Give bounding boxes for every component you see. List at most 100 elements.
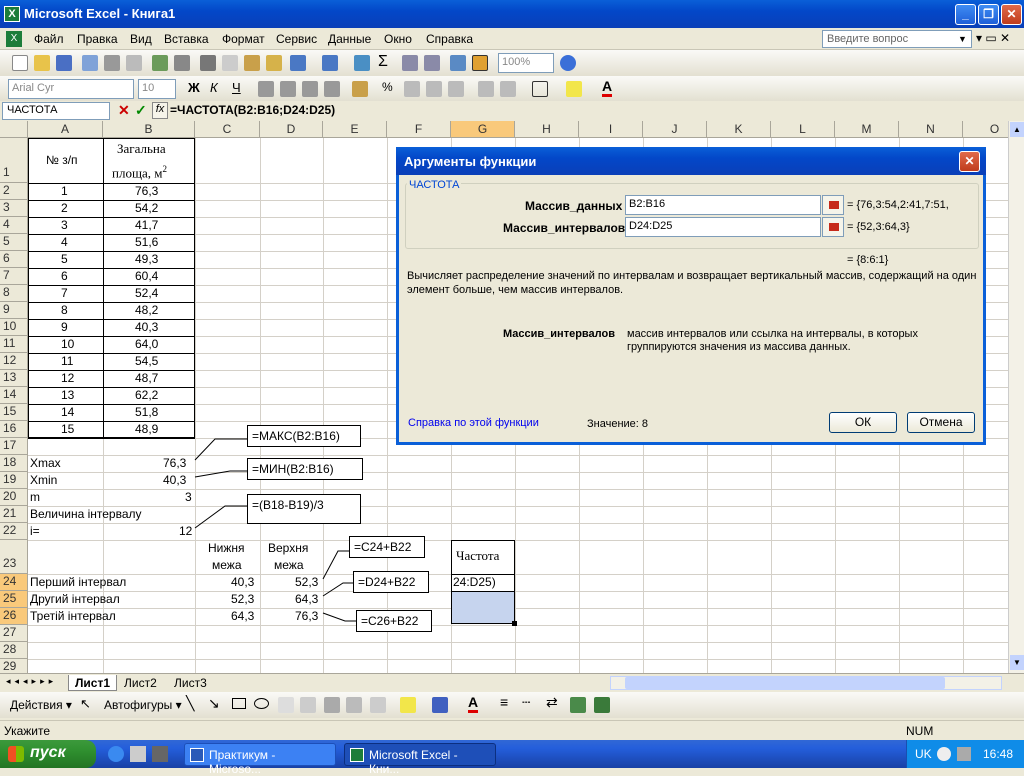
paste-icon[interactable] [244,55,260,71]
menu-edit[interactable]: Правка [77,32,118,46]
cancel-entry-icon[interactable]: ✕ [118,102,130,119]
diagram-icon[interactable] [324,697,340,713]
close-button[interactable]: ✕ [1001,4,1022,25]
workbook-icon[interactable]: X [6,31,22,47]
number-cell[interactable]: 5 [61,252,68,266]
formula-input[interactable]: =ЧАСТОТА(B2:B16;D24:D25) [170,103,335,117]
line-icon[interactable]: ╲ [186,695,194,712]
network-icon[interactable] [957,747,971,761]
redo-icon[interactable] [322,55,338,71]
picture-icon[interactable] [370,697,386,713]
number-cell[interactable]: 15 [61,422,74,436]
area-cell[interactable]: 54,5 [135,354,158,368]
area-cell[interactable]: 62,2 [135,388,158,402]
align-center-icon[interactable] [280,81,296,97]
sheet-tab-1[interactable]: Лист1 [68,675,118,691]
increase-indent-icon[interactable] [500,81,516,97]
fill-color-icon[interactable] [566,81,582,97]
vertical-scrollbar[interactable]: ▲ ▼ [1008,121,1024,673]
number-cell[interactable]: 8 [61,303,68,317]
font-select[interactable]: Arial Cyr [8,79,134,99]
area-cell[interactable]: 52,4 [135,286,158,300]
new-icon[interactable] [12,55,28,71]
area-cell[interactable]: 60,4 [135,269,158,283]
menu-format[interactable]: Формат [222,32,265,46]
show-desktop-icon[interactable] [130,746,146,762]
format-painter-icon[interactable] [266,55,282,71]
dash-style-icon[interactable]: ┄ [522,694,530,711]
language-indicator[interactable]: UK [915,747,932,761]
select-objects-icon[interactable]: ↖ [80,696,91,712]
number-cell[interactable]: 2 [61,201,68,215]
horizontal-scroll-thumb[interactable] [625,677,945,689]
3d-icon[interactable] [594,697,610,713]
autosum-icon[interactable]: Σ [378,53,388,71]
cut-icon[interactable] [200,55,216,71]
align-left-icon[interactable] [258,81,274,97]
number-cell[interactable]: 14 [61,405,74,419]
area-cell[interactable]: 49,3 [135,252,158,266]
textbox-icon[interactable] [278,697,294,713]
enter-entry-icon[interactable]: ✓ [135,102,147,119]
arg1-collapse-icon[interactable] [822,195,844,215]
area-cell[interactable]: 48,7 [135,371,158,385]
rectangle-icon[interactable] [232,698,246,709]
arrow-icon[interactable]: ↘ [208,695,220,712]
hyperlink-icon[interactable] [354,55,370,71]
comma-style-icon[interactable] [404,81,420,97]
sort-ascending-icon[interactable] [402,55,418,71]
restore-button[interactable]: ❐ [978,4,999,25]
area-cell[interactable]: 48,9 [135,422,158,436]
help-icon[interactable] [560,55,576,71]
menu-insert[interactable]: Вставка [164,32,209,46]
menu-help[interactable]: Справка [426,32,473,46]
horizontal-scrollbar[interactable] [610,676,1002,690]
drawing-icon[interactable] [472,55,488,71]
area-cell[interactable]: 51,6 [135,235,158,249]
arrow-style-icon[interactable]: ⇄ [546,694,558,711]
dialog-close-button[interactable]: ✕ [959,151,980,172]
area-cell[interactable]: 76,3 [135,184,158,198]
sheet-tab-2[interactable]: Лист2 [118,675,163,691]
underline-button[interactable]: Ч [232,80,241,95]
area-cell[interactable]: 41,7 [135,218,158,232]
bold-button[interactable]: Ж [188,80,200,95]
fill-color-draw-icon[interactable] [400,697,416,713]
tray-expand-icon[interactable] [937,747,951,761]
decrease-indent-icon[interactable] [478,81,494,97]
permission-icon[interactable] [82,55,98,71]
oval-icon[interactable] [254,698,269,709]
number-cell[interactable]: 9 [61,320,68,334]
menu-view[interactable]: Вид [130,32,152,46]
ok-button[interactable]: ОК [829,412,897,433]
area-cell[interactable]: 48,2 [135,303,158,317]
open-icon[interactable] [34,55,50,71]
menu-tools[interactable]: Сервис [276,32,317,46]
number-cell[interactable]: 1 [61,184,68,198]
zoom-select[interactable]: 100% [498,53,554,73]
merge-center-icon[interactable] [324,81,340,97]
media-icon[interactable] [152,746,168,762]
print-preview-icon[interactable] [126,55,142,71]
doc-window-controls[interactable]: ▾ ▭ ✕ [976,31,1010,45]
research-icon[interactable] [174,55,190,71]
number-cell[interactable]: 6 [61,269,68,283]
minimize-button[interactable]: _ [955,4,976,25]
number-cell[interactable]: 12 [61,371,74,385]
borders-icon[interactable] [532,81,548,97]
arg2-input[interactable]: D24:D25 [625,217,821,237]
menu-file[interactable]: Файл [34,32,64,46]
tab-scroll-arrows[interactable]: ◂◂◂▸▸▸ [6,676,57,687]
number-cell[interactable]: 11 [61,354,73,368]
font-color-draw-icon[interactable]: A [468,694,479,713]
area-cell[interactable]: 40,3 [135,320,158,334]
number-cell[interactable]: 7 [61,286,68,300]
sort-descending-icon[interactable] [424,55,440,71]
increase-decimal-icon[interactable] [426,81,442,97]
line-style-icon[interactable]: ≡ [500,694,508,710]
number-cell[interactable]: 3 [61,218,68,232]
save-icon[interactable] [56,55,72,71]
area-cell[interactable]: 54,2 [135,201,158,215]
scroll-up-arrow[interactable]: ▲ [1010,122,1024,137]
arg2-collapse-icon[interactable] [822,217,844,237]
